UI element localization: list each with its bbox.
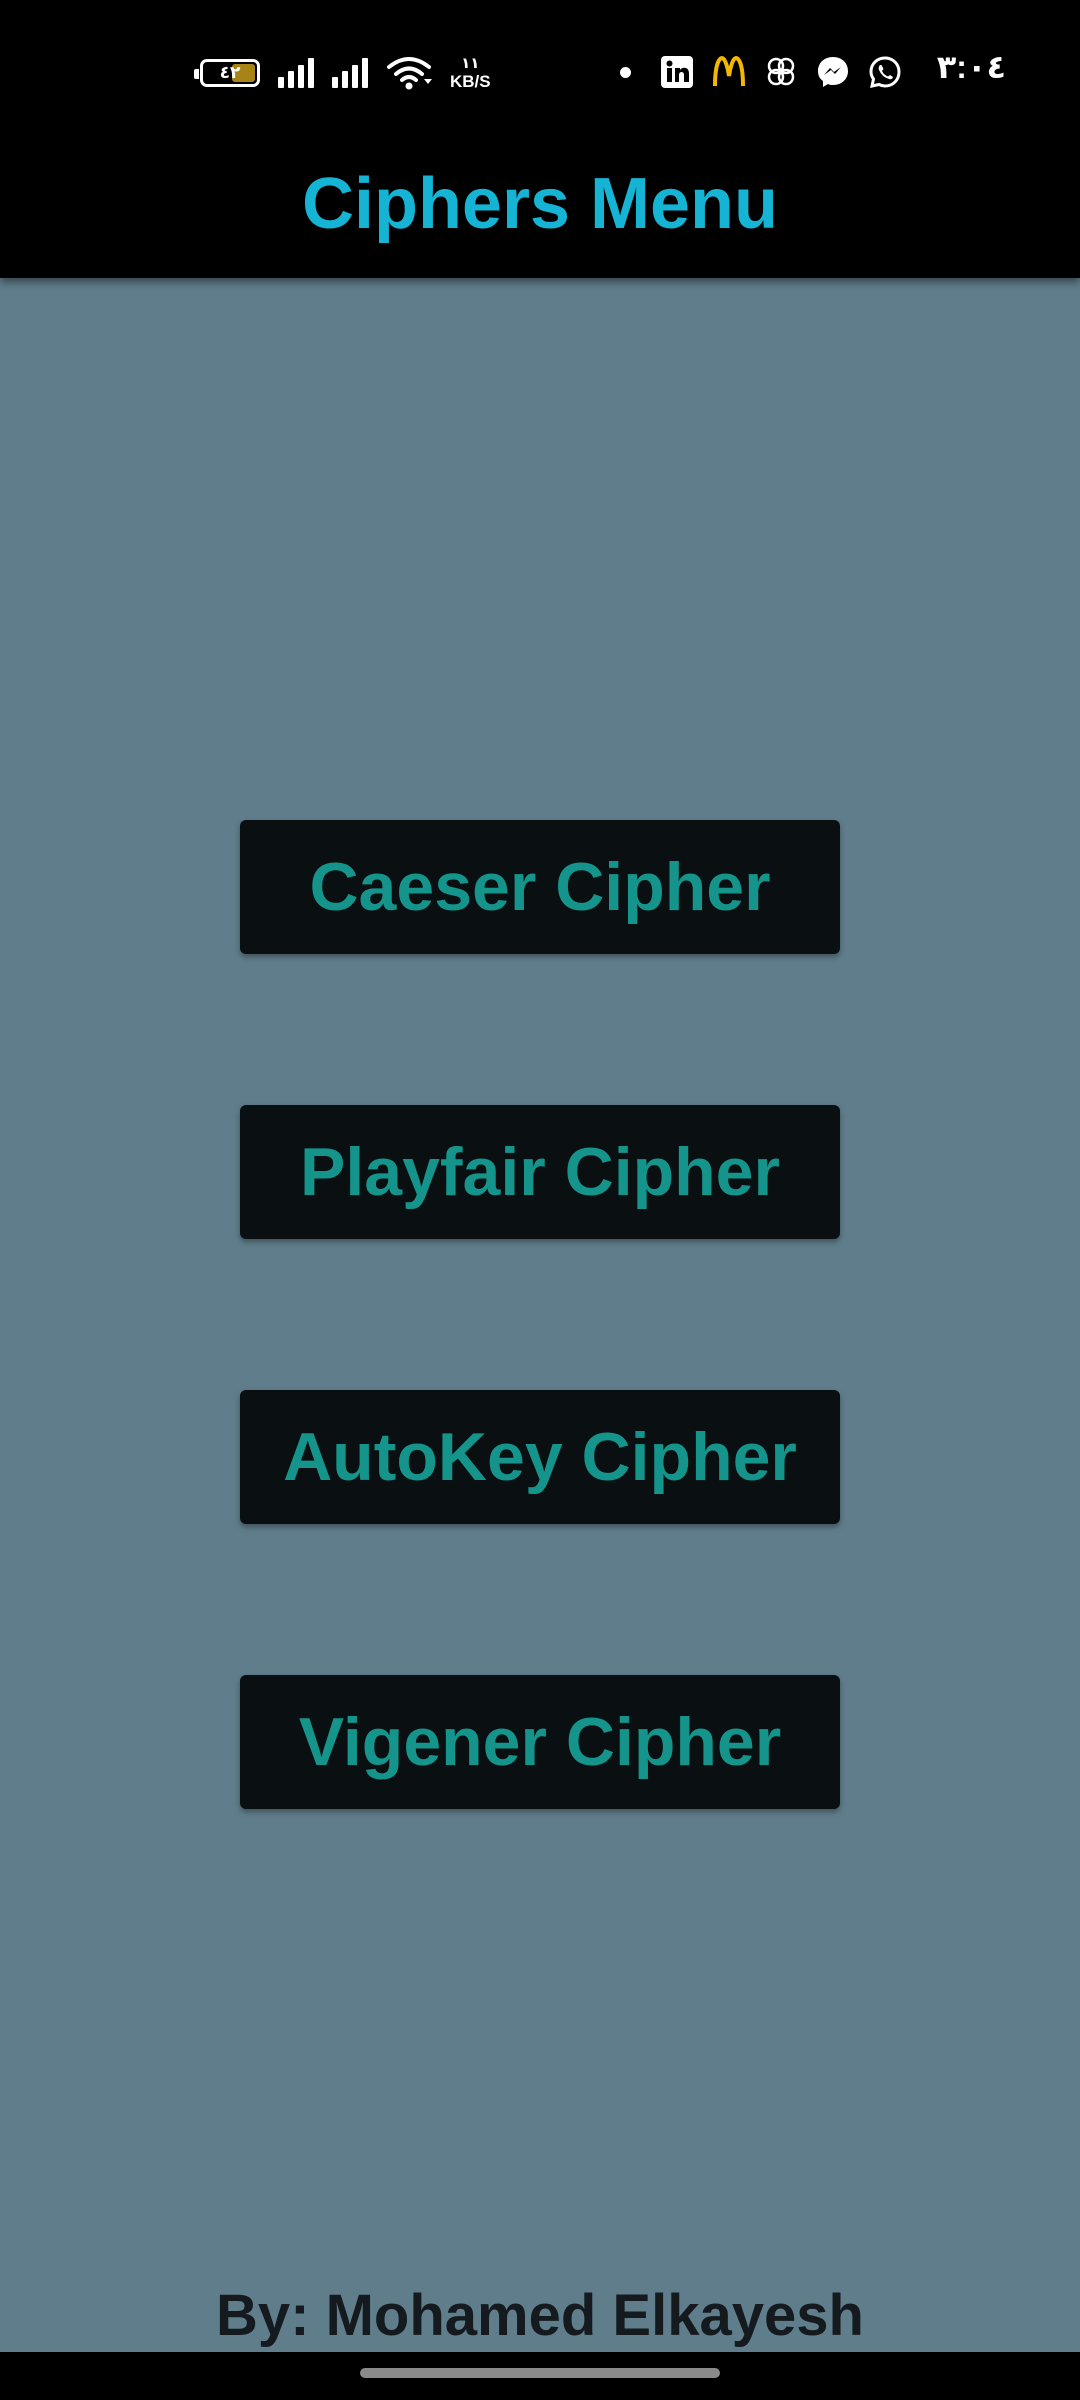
vigener-cipher-button[interactable]: Vigener Cipher: [240, 1675, 840, 1809]
status-left: ٤٢ ١١ KB/S: [194, 48, 491, 98]
signal-sim1-icon: [278, 58, 314, 88]
notification-dot-icon: [620, 66, 631, 78]
network-speed-value: ١١: [461, 55, 480, 72]
home-indicator[interactable]: [360, 2368, 720, 2378]
app-bar: Ciphers Menu: [0, 140, 1080, 278]
status-clock: ٣:٠٤: [936, 49, 1006, 85]
page-title: Ciphers Menu: [301, 164, 779, 244]
linkedin-icon: [661, 56, 693, 88]
caeser-cipher-button[interactable]: Caeser Cipher: [240, 820, 840, 954]
network-speed: ١١ KB/S: [450, 56, 491, 90]
screen: ٤٢ ١١ KB/S ٣:٠٤ Ciphers Menu Caeser Ciph…: [0, 0, 1080, 2400]
status-bar: ٤٢ ١١ KB/S ٣:٠٤: [0, 0, 1080, 140]
playfair-cipher-button[interactable]: Playfair Cipher: [240, 1105, 840, 1239]
clover-icon: [767, 57, 795, 86]
battery-level: ٤٢: [219, 63, 241, 82]
signal-sim2-icon: [332, 58, 368, 88]
autokey-cipher-button[interactable]: AutoKey Cipher: [240, 1390, 840, 1524]
notification-icons: [620, 50, 903, 94]
network-speed-unit: KB/S: [450, 72, 491, 91]
wifi-icon: [387, 57, 432, 90]
navigation-bar: [0, 2352, 1080, 2400]
mcdonalds-icon: [713, 55, 745, 87]
messenger-icon: [818, 57, 848, 87]
whatsapp-icon: [869, 56, 901, 88]
author-credit: By: Mohamed Elkayesh: [216, 2283, 864, 2348]
battery-icon: ٤٢: [194, 59, 260, 87]
